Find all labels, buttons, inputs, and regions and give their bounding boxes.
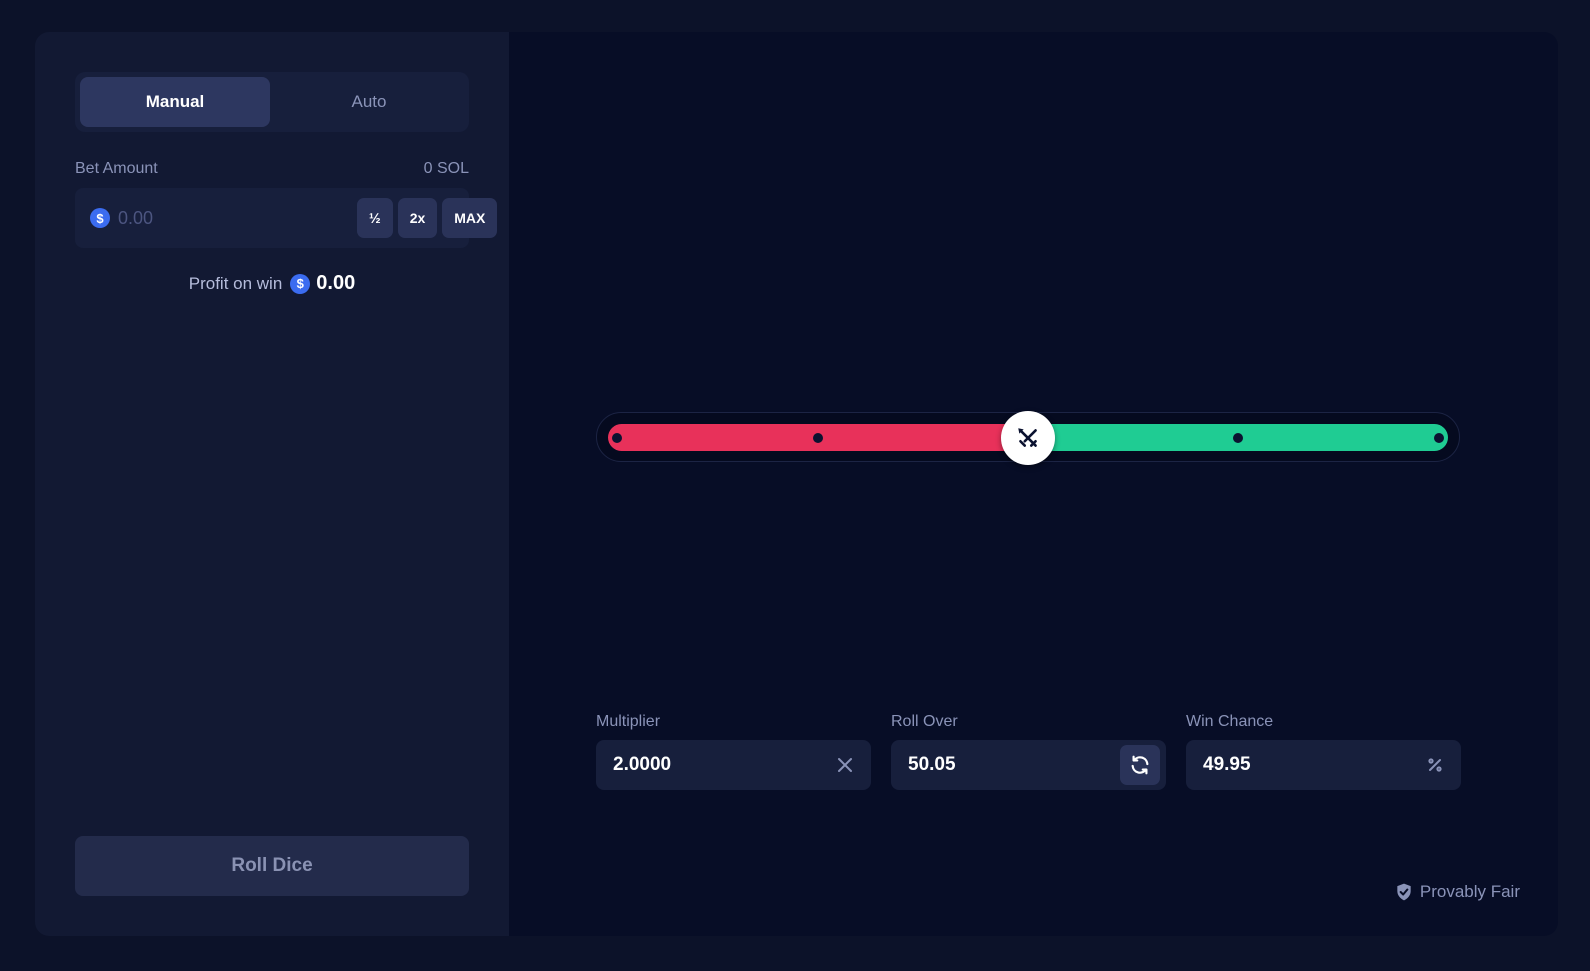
roll-dice-button[interactable]: Roll Dice (75, 836, 469, 896)
slider-marker-dot (1233, 433, 1243, 443)
bet-amount-input[interactable] (116, 206, 352, 230)
crossed-swords-icon (1018, 428, 1038, 447)
slider-marker-dot (1434, 433, 1444, 443)
roll-slider[interactable] (596, 411, 1460, 465)
roll-over-field: Roll Over (891, 712, 1166, 790)
provably-fair-label: Provably Fair (1419, 882, 1520, 901)
bet-controls-panel: Manual Auto Bet Amount 0 SOL $ ½ 2x MAX … (35, 32, 509, 936)
dice-game-area: Multiplier Roll Over (509, 32, 1558, 936)
provably-fair-link[interactable]: Provably Fair (1394, 882, 1520, 902)
bet-amount-header: Bet Amount 0 SOL (75, 160, 469, 178)
roll-over-label: Roll Over (891, 713, 958, 730)
bet-amount-label: Bet Amount (75, 160, 158, 177)
dollar-coin-icon: $ (290, 273, 311, 294)
multiplier-field: Multiplier (596, 712, 871, 790)
double-bet-button[interactable]: 2x (397, 198, 438, 238)
slider-marker-dot (612, 433, 622, 443)
percent-icon (1415, 745, 1455, 785)
bet-amount-box: $ ½ 2x MAX (75, 188, 498, 248)
slider-handle[interactable] (1001, 411, 1056, 465)
game-frame: Manual Auto Bet Amount 0 SOL $ ½ 2x MAX … (35, 32, 1558, 936)
close-icon (825, 745, 865, 785)
profit-label: Profit on win (188, 273, 283, 293)
profit-value: 0.00 (316, 272, 356, 294)
refresh-icon[interactable] (1120, 745, 1160, 785)
dollar-coin-icon: $ (90, 208, 110, 228)
half-bet-button[interactable]: ½ (357, 198, 393, 238)
max-bet-button[interactable]: MAX (442, 198, 498, 238)
win-chance-label: Win Chance (1186, 713, 1274, 730)
mode-tabs: Manual Auto (75, 72, 469, 132)
tab-manual[interactable]: Manual (80, 77, 270, 127)
multiplier-input[interactable] (611, 753, 825, 777)
tab-auto[interactable]: Auto (274, 77, 464, 127)
profit-on-win: Profit on win $ 0.00 (75, 272, 469, 295)
roll-over-input[interactable] (906, 753, 1120, 777)
win-chance-box (1186, 740, 1461, 790)
win-chance-field: Win Chance (1186, 712, 1461, 790)
slider-marker-dot (813, 433, 823, 443)
shield-check-icon (1397, 883, 1411, 901)
wallet-balance: 0 SOL (423, 160, 469, 177)
multiplier-box (596, 740, 871, 790)
roll-over-box (891, 740, 1166, 790)
dice-parameters: Multiplier Roll Over (596, 712, 1461, 790)
win-chance-input[interactable] (1201, 753, 1415, 777)
multiplier-label: Multiplier (596, 713, 661, 730)
